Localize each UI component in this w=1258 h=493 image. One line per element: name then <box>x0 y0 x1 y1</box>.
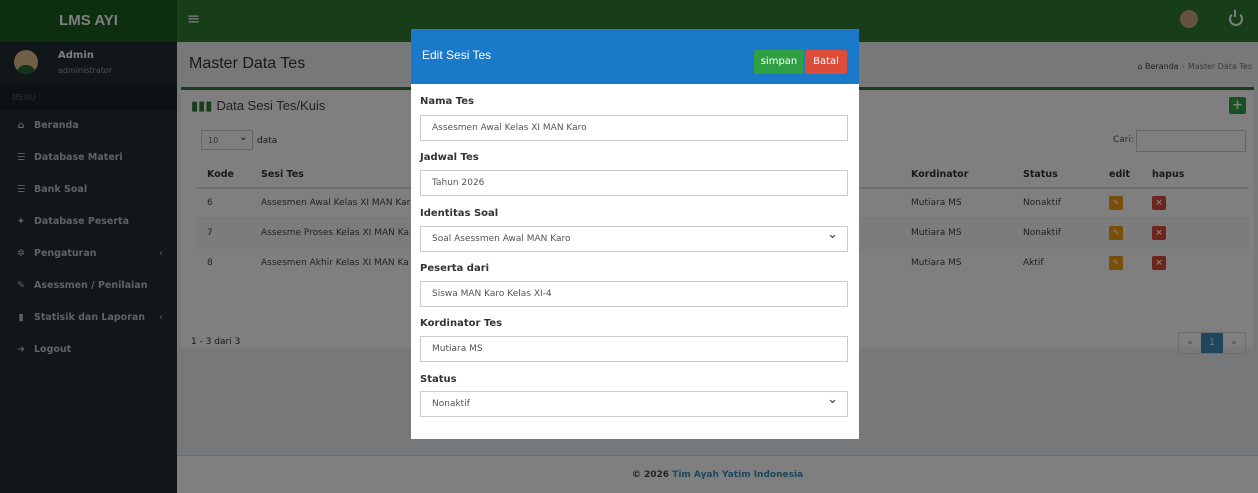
status-label: Status <box>420 374 457 385</box>
identitas-soal-label: Identitas Soal <box>420 208 499 219</box>
identitas-soal-select[interactable]: Soal Asessmen Awal MAN Karo <box>420 223 848 252</box>
peserta-dari-input[interactable]: Siswa MAN Karo Kelas XI-4 <box>420 281 848 307</box>
peserta-dari-label: Peserta dari <box>420 263 490 274</box>
edit-modal: Edit Sesi Tes simpan Batal Nama Tes Asse… <box>411 29 859 439</box>
kordinator-tes-label: Kordinator Tes <box>420 318 503 329</box>
modal-title: Edit Sesi Tes <box>422 48 492 62</box>
kordinator-tes-input[interactable]: Mutiara MS <box>420 336 848 362</box>
nama-tes-input[interactable]: Assesmen Awal Kelas XI MAN Karo <box>420 115 848 141</box>
jadwal-tes-input[interactable]: Tahun 2026 <box>420 170 848 196</box>
save-button[interactable]: simpan <box>754 50 804 74</box>
nama-tes-label: Nama Tes <box>420 96 474 107</box>
jadwal-tes-label: Jadwal Tes <box>420 152 479 163</box>
cancel-button[interactable]: Batal <box>805 50 847 74</box>
status-select[interactable]: Nonaktif <box>420 388 848 417</box>
modal-header: Edit Sesi Tes simpan Batal <box>411 29 859 84</box>
